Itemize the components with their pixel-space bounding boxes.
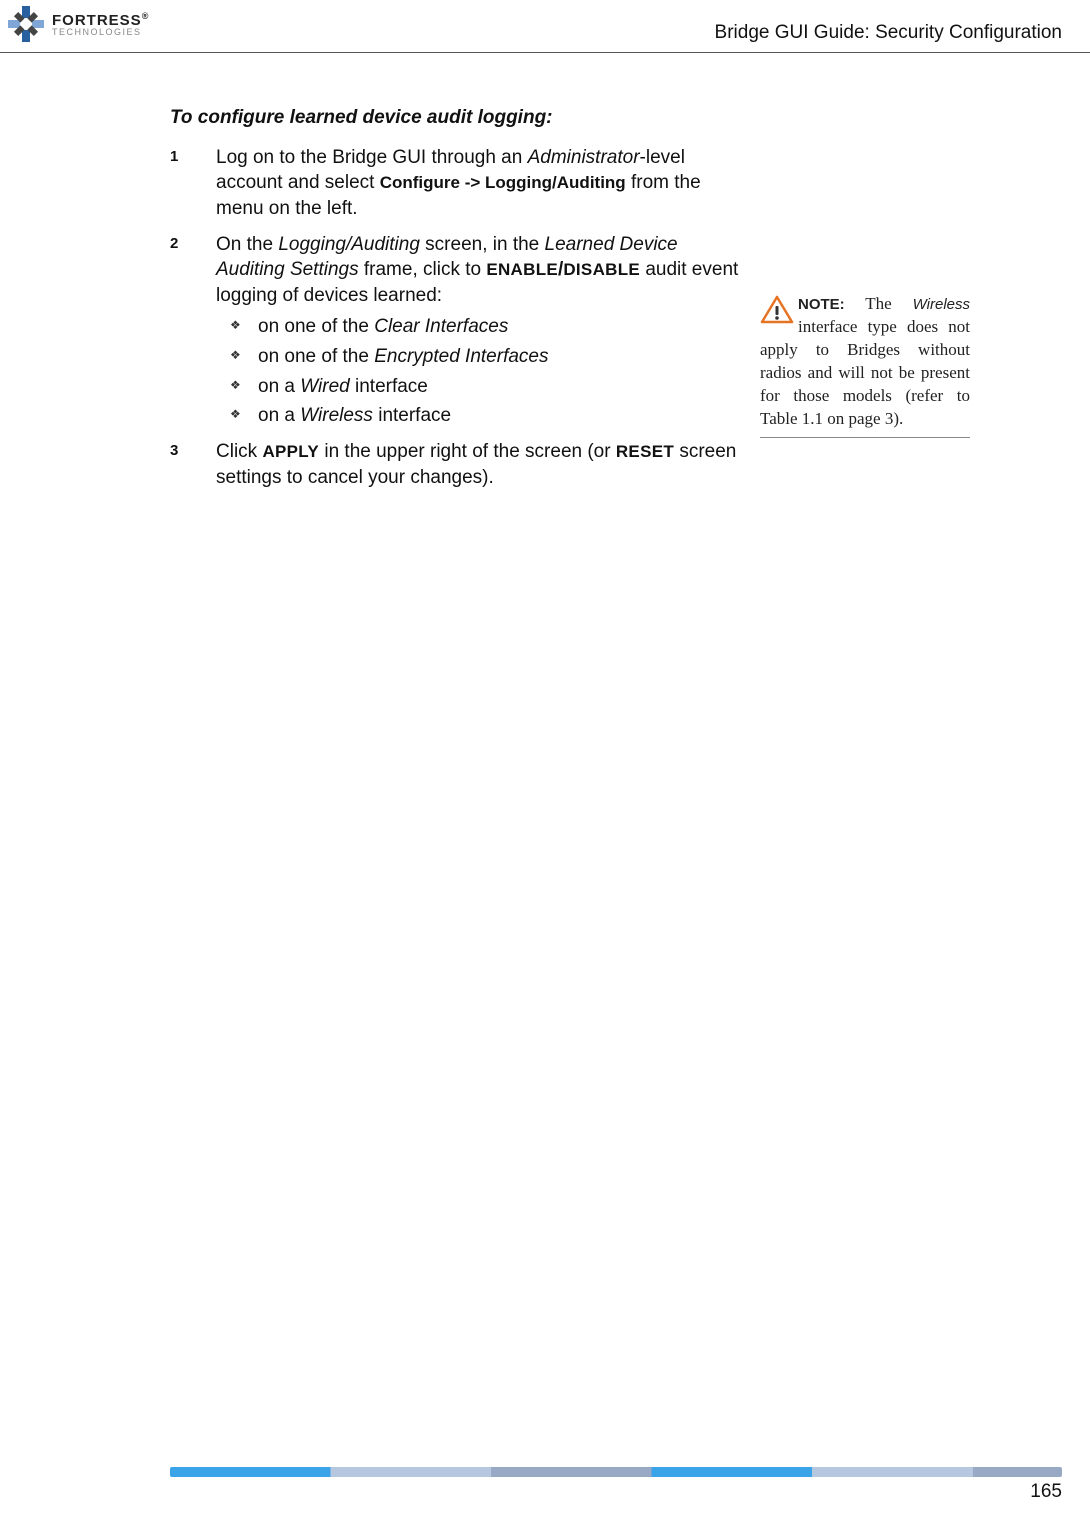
step-item: 3 Click APPLY in the upper right of the s… xyxy=(170,439,740,490)
smallcaps-text: RESET xyxy=(616,442,674,461)
logo: FORTRESS® TECHNOLOGIES xyxy=(6,4,149,44)
italic-text: Administrator xyxy=(528,147,640,168)
body-text: interface xyxy=(350,376,428,397)
logo-text: FORTRESS® TECHNOLOGIES xyxy=(52,12,149,37)
steps-list: 1 Log on to the Bridge GUI through an Adm… xyxy=(170,145,740,491)
note-label: NOTE: xyxy=(798,296,845,313)
page-header: FORTRESS® TECHNOLOGIES Bridge GUI Guide:… xyxy=(0,0,1090,53)
body-text: screen, in the xyxy=(420,234,545,255)
smallcaps-text: DISABLE xyxy=(563,260,640,279)
side-note: NOTE: The Wire­less interface type does … xyxy=(760,293,970,438)
sub-list-item: ❖ on a Wireless interface xyxy=(216,403,740,429)
sub-list: ❖ on one of the Clear Interfaces ❖ on one o… xyxy=(216,314,740,429)
step-number: 1 xyxy=(170,147,200,167)
sub-list-item: ❖ on one of the Clear Interfaces xyxy=(216,314,740,340)
body-text: on a xyxy=(258,405,300,426)
body-text: on one of the xyxy=(258,316,374,337)
body-text: on one of the xyxy=(258,346,374,367)
body-text: Click xyxy=(216,441,262,462)
italic-text: Logging/Auditing xyxy=(278,234,420,255)
page: FORTRESS® TECHNOLOGIES Bridge GUI Guide:… xyxy=(0,0,1090,1523)
body-text: in the upper right of the screen (or xyxy=(319,441,616,462)
page-number: 165 xyxy=(170,1481,1062,1503)
note-italic-text: Wire­less xyxy=(913,296,970,313)
body-text: interface type does not apply to Bridg­e… xyxy=(760,317,970,428)
note-icon xyxy=(760,295,794,325)
logo-mark-icon xyxy=(6,4,46,44)
logo-subtext: TECHNOLOGIES xyxy=(52,28,149,37)
body-text: frame, click to xyxy=(359,259,487,280)
bullet-icon: ❖ xyxy=(230,410,238,418)
header-title: Bridge GUI Guide: Security Configuration xyxy=(715,22,1062,44)
step-number: 2 xyxy=(170,234,200,254)
bullet-icon: ❖ xyxy=(230,381,238,389)
body-text: On the xyxy=(216,234,278,255)
italic-text: Encrypted Interfaces xyxy=(374,346,548,367)
step-body: Log on to the Bridge GUI through an Admi… xyxy=(216,147,701,219)
content-area: To configure learned device audit loggin… xyxy=(170,105,1062,500)
logo-brand: FORTRESS® xyxy=(52,12,149,28)
step-item: 1 Log on to the Bridge GUI through an Adm… xyxy=(170,145,740,222)
bullet-icon: ❖ xyxy=(230,321,238,329)
smallcaps-text: ENABLE xyxy=(486,260,558,279)
step-body: On the Logging/Auditing screen, in the L… xyxy=(216,234,738,306)
body-text: interface xyxy=(373,405,451,426)
italic-text: Wireless xyxy=(300,405,373,426)
step-item: 2 On the Logging/Auditing screen, in the … xyxy=(170,232,740,429)
body-text: The xyxy=(845,294,913,313)
body-text: Log on to the Bridge GUI through an xyxy=(216,147,528,168)
main-column: To configure learned device audit loggin… xyxy=(170,105,740,500)
italic-text: Clear Interfaces xyxy=(374,316,508,337)
body-text: on a xyxy=(258,376,300,397)
page-footer: 165 xyxy=(170,1467,1062,1503)
bold-sans-text: Configure -> Logging/Auditing xyxy=(380,173,626,192)
section-heading: To configure learned device audit loggin… xyxy=(170,105,740,131)
bullet-icon: ❖ xyxy=(230,351,238,359)
step-number: 3 xyxy=(170,441,200,461)
sub-list-item: ❖ on a Wired interface xyxy=(216,374,740,400)
italic-text: Wired xyxy=(300,376,349,397)
smallcaps-text: APPLY xyxy=(262,442,319,461)
footer-bar xyxy=(170,1467,1062,1477)
sub-list-item: ❖ on one of the Encrypted Interfaces xyxy=(216,344,740,370)
step-body: Click APPLY in the upper right of the sc… xyxy=(216,441,736,488)
